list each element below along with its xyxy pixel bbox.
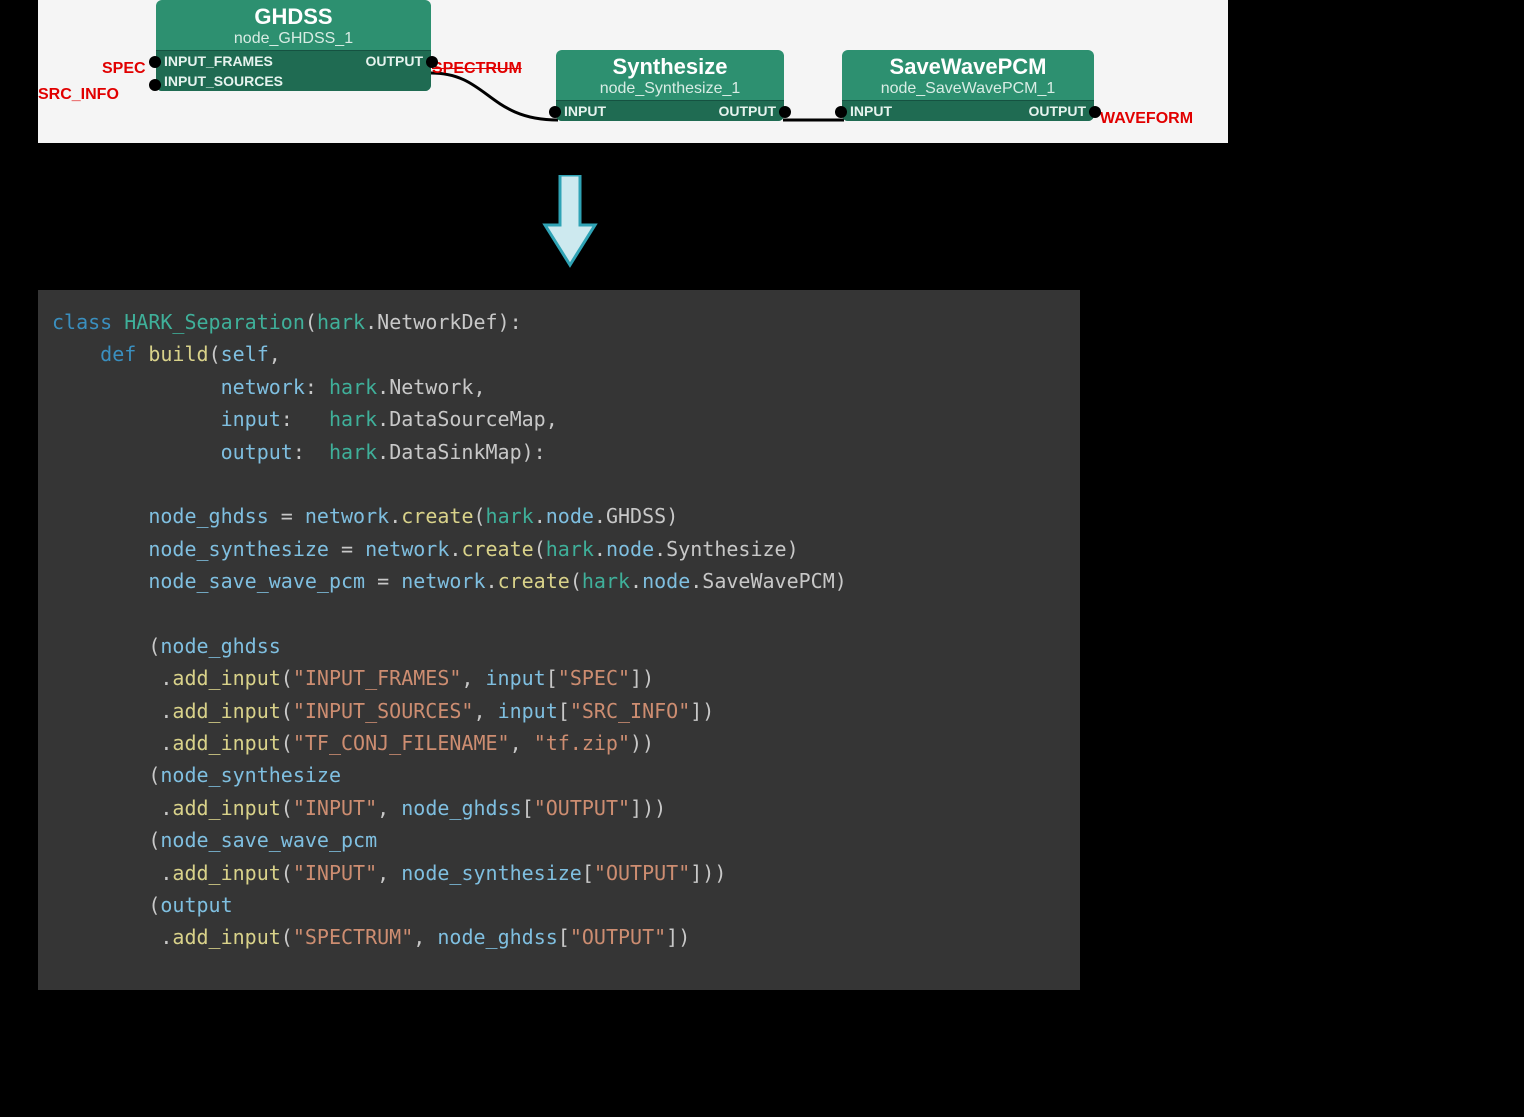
node-header: SaveWavePCM node_SaveWavePCM_1 (842, 50, 1094, 100)
ext-label-waveform: WAVEFORM (1100, 110, 1193, 128)
node-header: GHDSS node_GHDSS_1 (156, 0, 431, 50)
port-in[interactable]: INPUT (850, 103, 892, 119)
node-synthesize[interactable]: Synthesize node_Synthesize_1 INPUT OUTPU… (556, 50, 784, 121)
port-out[interactable]: OUTPUT (365, 53, 423, 69)
code-block: class HARK_Separation(hark.NetworkDef): … (38, 290, 1080, 990)
port-dot[interactable] (149, 56, 161, 68)
node-subtitle: node_GHDSS_1 (166, 30, 421, 48)
port-in[interactable]: INPUT_FRAMES (164, 53, 273, 69)
node-title: GHDSS (166, 4, 421, 30)
port-dot[interactable] (149, 79, 161, 91)
port-out[interactable]: OUTPUT (1028, 103, 1086, 119)
node-title: SaveWavePCM (852, 54, 1084, 80)
node-title: Synthesize (566, 54, 774, 80)
ext-label-spectrum: SPECTRUM (432, 60, 522, 78)
node-subtitle: node_Synthesize_1 (566, 80, 774, 98)
node-header: Synthesize node_Synthesize_1 (556, 50, 784, 100)
port-dot[interactable] (779, 106, 791, 118)
node-savewavepcm[interactable]: SaveWavePCM node_SaveWavePCM_1 INPUT OUT… (842, 50, 1094, 121)
node-ghdss[interactable]: GHDSS node_GHDSS_1 INPUT_FRAMES OUTPUT I… (156, 0, 431, 91)
port-dot[interactable] (835, 106, 847, 118)
ext-label-spec: SPEC (102, 60, 146, 78)
port-dot[interactable] (1089, 106, 1101, 118)
ext-label-srcinfo: SRC_INFO (38, 86, 119, 104)
node-graph-canvas: SPEC SRC_INFO SPECTRUM WAVEFORM GHDSS no… (38, 0, 1228, 143)
port-dot[interactable] (426, 56, 438, 68)
arrow-down-icon (540, 175, 600, 275)
port-in[interactable]: INPUT (564, 103, 606, 119)
node-subtitle: node_SaveWavePCM_1 (852, 80, 1084, 98)
port-dot[interactable] (549, 106, 561, 118)
port-out[interactable]: OUTPUT (718, 103, 776, 119)
port-in[interactable]: INPUT_SOURCES (164, 73, 283, 89)
